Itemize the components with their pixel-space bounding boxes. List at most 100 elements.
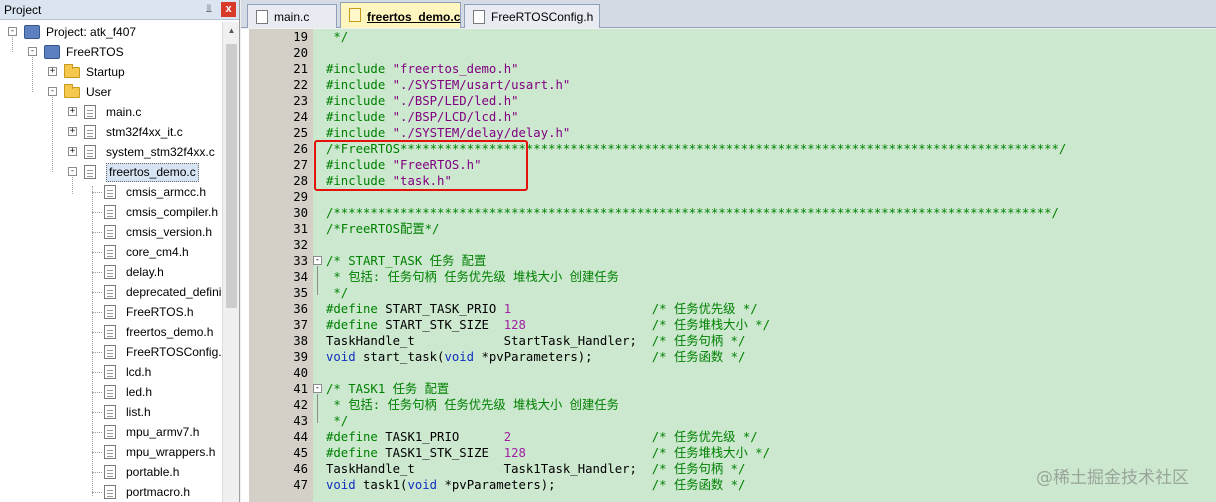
fold-collapse-icon[interactable]: -: [313, 384, 322, 393]
tree-item-mpu-wrappers-h[interactable]: mpu_wrappers.h: [0, 442, 222, 462]
code-line[interactable]: #define TASK1_STK_SIZE 128 /* 任务堆栈大小 */: [326, 445, 770, 461]
tree-item-delay-h[interactable]: delay.h: [0, 262, 222, 282]
tree-item-freertos-h[interactable]: FreeRTOS.h: [0, 302, 222, 322]
tab-freertosconfig-h[interactable]: FreeRTOSConfig.h: [464, 4, 600, 28]
ide-window: Project ⫫ x - Project: atk_f407- FreeRTOS +…: [0, 0, 1216, 502]
tree-connector-line: [92, 192, 102, 193]
code-token: *pvParameters);: [474, 350, 652, 364]
expand-icon[interactable]: +: [68, 127, 77, 136]
line-number: 45: [293, 446, 308, 460]
tree-scrollbar[interactable]: ▲: [222, 22, 239, 502]
code-line[interactable]: /***************************************…: [326, 205, 1059, 221]
code-line[interactable]: #include "./BSP/LCD/lcd.h": [326, 109, 519, 125]
code-token: #define: [326, 302, 386, 316]
expand-icon[interactable]: +: [48, 67, 57, 76]
code-token: #include: [326, 126, 393, 140]
collapse-icon[interactable]: -: [48, 87, 57, 96]
tree-item-main-c[interactable]: + main.c: [0, 102, 222, 122]
tree-item-led-h[interactable]: led.h: [0, 382, 222, 402]
tree-connector-line: [92, 312, 102, 313]
tree-item-cmsis-armcc-h[interactable]: cmsis_armcc.h: [0, 182, 222, 202]
file-icon: [104, 265, 116, 279]
tree-item-mpu-armv7-h[interactable]: mpu_armv7.h: [0, 422, 222, 442]
editor-tabbar: main.c freertos_demo.c FreeRTOSConfig.h: [241, 0, 1216, 28]
line-number: 28: [293, 174, 308, 188]
code-line[interactable]: void start_task(void *pvParameters); /* …: [326, 349, 745, 365]
scroll-up-arrow-icon[interactable]: ▲: [223, 22, 239, 39]
tree-item-stm32f4xx-it-c[interactable]: + stm32f4xx_it.c: [0, 122, 222, 142]
tree-item-cmsis-compiler-h[interactable]: cmsis_compiler.h: [0, 202, 222, 222]
collapse-icon[interactable]: -: [8, 27, 17, 36]
tree-item-cmsis-version-h[interactable]: cmsis_version.h: [0, 222, 222, 242]
code-token: #define: [326, 430, 386, 444]
code-line[interactable]: /* TASK1 任务 配置: [326, 381, 449, 397]
line-number: 42: [293, 398, 308, 412]
code-token: /* 任务优先级 */: [651, 430, 758, 444]
tree-item-label: FreeRTOSConfig.h: [126, 345, 222, 359]
expand-icon[interactable]: +: [68, 107, 77, 116]
tree-connector-line: [92, 412, 102, 413]
tab-main-c[interactable]: main.c: [247, 4, 337, 28]
code-line[interactable]: TaskHandle_t StartTask_Handler; /* 任务句柄 …: [326, 333, 745, 349]
code-line[interactable]: */: [326, 29, 348, 45]
line-number: 23: [293, 94, 308, 108]
tree-item-portmacro-h[interactable]: portmacro.h: [0, 482, 222, 502]
line-number: 29: [293, 190, 308, 204]
tree-connector-line: [92, 252, 102, 253]
code-line[interactable]: * 包括: 任务句柄 任务优先级 堆栈大小 创建任务: [326, 397, 618, 413]
code-line[interactable]: #include "freertos_demo.h": [326, 61, 519, 77]
tree-item-deprecated-defini[interactable]: deprecated_defini: [0, 282, 222, 302]
tree-item-label: freertos_demo.h: [126, 325, 214, 339]
code-line[interactable]: #define START_STK_SIZE 128 /* 任务堆栈大小 */: [326, 317, 770, 333]
code-line[interactable]: #define TASK1_PRIO 2 /* 任务优先级 */: [326, 429, 758, 445]
line-number: 34: [293, 270, 308, 284]
code-line[interactable]: void task1(void *pvParameters); /* 任务函数 …: [326, 477, 745, 493]
project-target-icon: [24, 25, 40, 39]
tree-item-user-folder[interactable]: - User: [0, 82, 222, 102]
code-line[interactable]: */: [326, 413, 348, 429]
code-token: #include: [326, 110, 393, 124]
line-number: 40: [293, 366, 308, 380]
close-icon[interactable]: x: [221, 2, 236, 17]
scroll-thumb[interactable]: [226, 44, 237, 308]
tree-item-freertos-group[interactable]: - FreeRTOS: [0, 42, 222, 62]
line-number: 36: [293, 302, 308, 316]
tree-item-list-h[interactable]: list.h: [0, 402, 222, 422]
code-line[interactable]: /* START_TASK 任务 配置: [326, 253, 486, 269]
tree-item-label: list.h: [126, 405, 151, 419]
fold-collapse-icon[interactable]: -: [313, 256, 322, 265]
highlight-annotation-box: [314, 140, 528, 191]
code-line[interactable]: TaskHandle_t Task1Task_Handler; /* 任务句柄 …: [326, 461, 745, 477]
code-line[interactable]: #include "./SYSTEM/delay/delay.h": [326, 125, 570, 141]
tree-item-freertosconfig-h[interactable]: FreeRTOSConfig.h: [0, 342, 222, 362]
tree-item-core-cm4-h[interactable]: core_cm4.h: [0, 242, 222, 262]
code-token: void: [326, 478, 356, 492]
tree-item-lcd-h[interactable]: lcd.h: [0, 362, 222, 382]
code-line[interactable]: */: [326, 285, 348, 301]
tree-item-freertos-demo-c[interactable]: - freertos_demo.c: [0, 162, 222, 182]
tree-item-portable-h[interactable]: portable.h: [0, 462, 222, 482]
file-icon: [104, 445, 116, 459]
tree-item-project-root[interactable]: - Project: atk_f407: [0, 22, 222, 42]
expand-icon[interactable]: +: [68, 147, 77, 156]
file-icon: [84, 125, 96, 139]
code-line[interactable]: #include "./SYSTEM/usart/usart.h": [326, 77, 570, 93]
tab-label: FreeRTOSConfig.h: [491, 10, 594, 24]
collapse-icon[interactable]: -: [28, 47, 37, 56]
tree-item-system-stm32f4xx-c[interactable]: + system_stm32f4xx.c: [0, 142, 222, 162]
collapse-icon[interactable]: -: [68, 167, 77, 176]
pin-icon[interactable]: ⫫: [202, 2, 216, 16]
code-token: "./SYSTEM/usart/usart.h": [392, 78, 571, 92]
tab-freertos-demo-c[interactable]: freertos_demo.c: [340, 2, 461, 28]
code-line[interactable]: * 包括: 任务句柄 任务优先级 堆栈大小 创建任务: [326, 269, 618, 285]
code-line[interactable]: #define START_TASK_PRIO 1 /* 任务优先级 */: [326, 301, 758, 317]
code-line[interactable]: /*FreeRTOS配置*/: [326, 221, 439, 237]
breakpoint-margin[interactable]: [241, 29, 249, 502]
tree-item-freertos-demo-h[interactable]: freertos_demo.h: [0, 322, 222, 342]
line-number: 43: [293, 414, 308, 428]
code-line[interactable]: #include "./BSP/LED/led.h": [326, 93, 519, 109]
tree-item-startup-folder[interactable]: + Startup: [0, 62, 222, 82]
tree-item-label: cmsis_compiler.h: [126, 205, 219, 219]
